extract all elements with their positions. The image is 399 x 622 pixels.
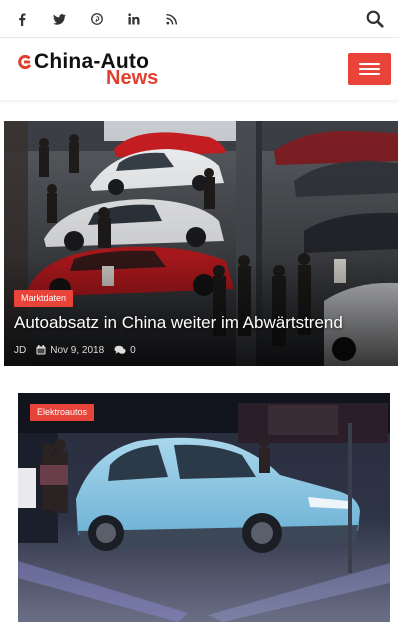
- twitter-icon[interactable]: [47, 0, 71, 38]
- facebook-icon[interactable]: [10, 0, 34, 38]
- article-meta: JD Nov 9, 2018 0: [14, 343, 146, 357]
- top-bar: [0, 0, 399, 38]
- featured-article-card[interactable]: Marktdaten Autoabsatz in China weiter im…: [4, 121, 398, 366]
- logo-mark-icon: [18, 55, 32, 69]
- article-date: Nov 9, 2018: [36, 345, 104, 356]
- hamburger-icon[interactable]: [348, 53, 391, 85]
- article-title[interactable]: Autoabsatz in China weiter im Abwärtstre…: [14, 313, 394, 333]
- article-comments[interactable]: 0: [114, 345, 136, 356]
- category-badge[interactable]: Elektroautos: [30, 404, 95, 421]
- article-image-electric-suv: [18, 393, 390, 622]
- rss-icon[interactable]: [159, 0, 183, 38]
- site-logo[interactable]: China-Auto News: [18, 50, 178, 90]
- site-header: China-Auto News: [0, 38, 399, 100]
- logo-text-secondary: News: [106, 67, 159, 89]
- pinterest-icon[interactable]: [85, 0, 109, 38]
- article-author[interactable]: JD: [14, 345, 26, 356]
- linkedin-icon[interactable]: [122, 0, 146, 38]
- article-card[interactable]: Elektroautos: [18, 393, 390, 622]
- category-badge[interactable]: Marktdaten: [14, 290, 74, 307]
- calendar-icon: [36, 345, 46, 355]
- comments-icon: [114, 345, 126, 354]
- search-icon[interactable]: [365, 9, 385, 29]
